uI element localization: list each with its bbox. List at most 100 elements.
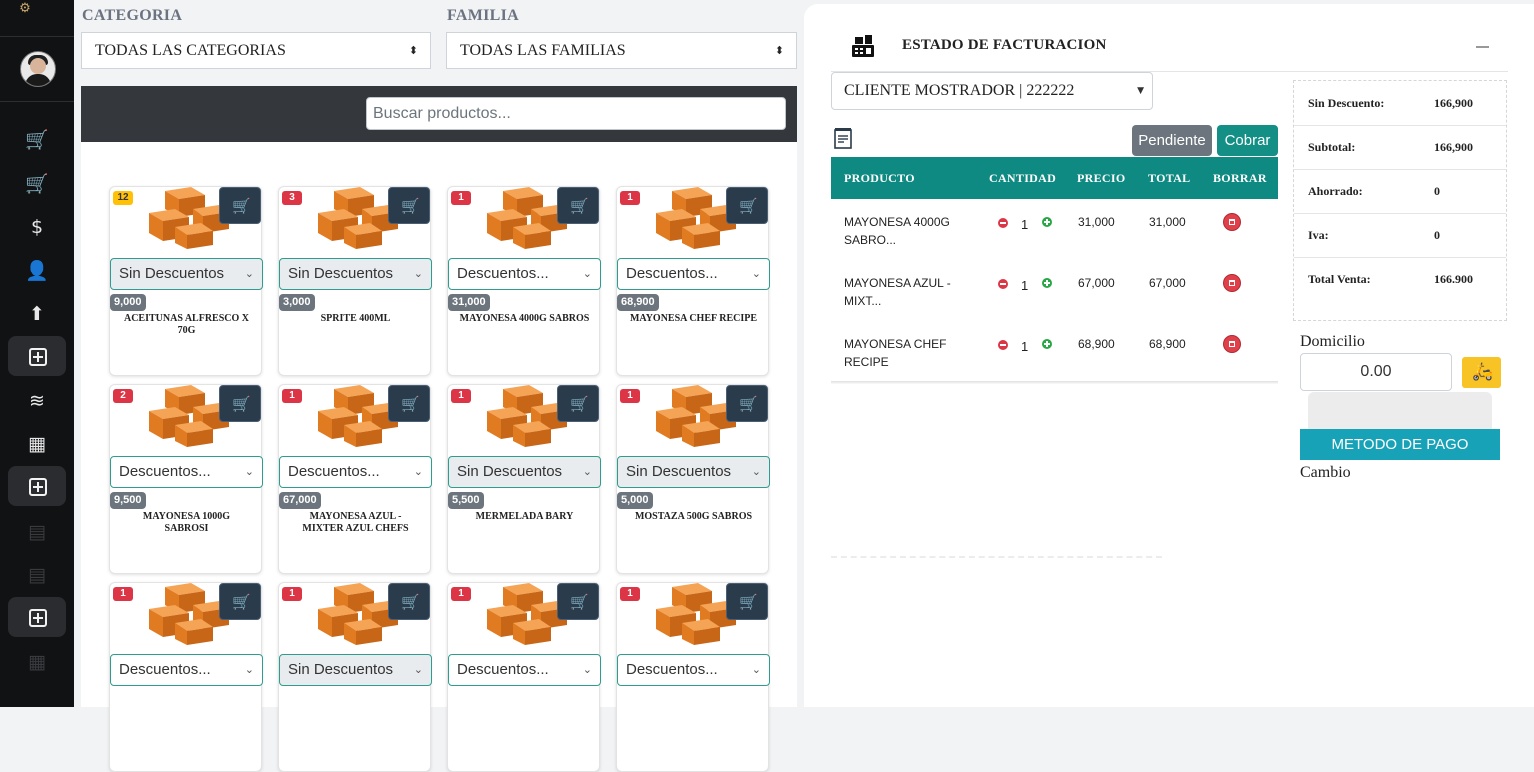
product-card[interactable]: 1 🛒 Descuentos... ⌄ 31,000 MAYONESA 4000…	[447, 186, 601, 376]
sidebar-expand-button[interactable]	[8, 466, 66, 506]
discount-value: Descuentos...	[119, 463, 211, 480]
cart-icon: 🛒	[232, 197, 251, 215]
price: 68,900	[1078, 337, 1115, 351]
price-badge: 9,500	[110, 492, 146, 509]
minus-circle-icon[interactable]	[998, 279, 1008, 289]
add-to-cart-button[interactable]: 🛒	[388, 385, 430, 422]
discount-select[interactable]: Descuentos... ⌄	[279, 456, 432, 488]
sidebar-expand-button[interactable]	[8, 597, 66, 637]
plus-circle-icon[interactable]	[1042, 339, 1052, 349]
billing-title: ESTADO DE FACTURACION	[902, 37, 1107, 53]
avatar[interactable]	[20, 51, 56, 87]
summary-label: Total Venta:	[1308, 272, 1371, 286]
product-name: MAYONESA 1000G SABROSI	[142, 511, 231, 534]
plus-circle-icon[interactable]	[1042, 217, 1052, 227]
add-to-cart-button[interactable]: 🛒	[557, 385, 599, 422]
add-to-cart-button[interactable]: 🛒	[557, 583, 599, 620]
discount-value: Sin Descuentos	[119, 265, 225, 282]
discount-select[interactable]: Descuentos... ⌄	[448, 654, 601, 686]
product-card[interactable]: 1 🛒 Descuentos... ⌄	[447, 582, 601, 772]
charge-button[interactable]: Cobrar	[1217, 125, 1278, 156]
discount-select[interactable]: Descuentos... ⌄	[448, 258, 601, 290]
add-to-cart-button[interactable]: 🛒	[726, 187, 768, 224]
payment-method-button[interactable]: METODO DE PAGO	[1300, 429, 1500, 460]
minus-circle-icon[interactable]	[998, 218, 1008, 228]
summary-row: Total Venta: 166.900	[1294, 257, 1506, 301]
product-name: MAYONESA 4000G SABROS	[459, 313, 590, 324]
discount-select[interactable]: Descuentos... ⌄	[617, 258, 770, 290]
categoria-select[interactable]: TODAS LAS CATEGORIAS ⬍	[81, 32, 431, 69]
pending-button[interactable]: Pendiente	[1132, 125, 1212, 156]
client-value: CLIENTE MOSTRADOR | 222222	[844, 82, 1075, 99]
delete-button[interactable]	[1223, 274, 1241, 292]
stack-icon[interactable]: ≋	[22, 389, 52, 413]
discount-value: Descuentos...	[626, 265, 718, 282]
familia-select[interactable]: TODAS LAS FAMILIAS ⬍	[446, 32, 797, 69]
price: 67,000	[1078, 276, 1115, 290]
cart-icon: 🛒	[232, 395, 251, 413]
price: 31,000	[1078, 215, 1115, 229]
product-card[interactable]: 1 🛒 Sin Descuentos ⌄ 5,000 MOSTAZA 500G …	[616, 384, 770, 574]
summary-box: Sin Descuento: 166,900 Subtotal: 166,900 A…	[1293, 80, 1507, 321]
product-card[interactable]: 3 🛒 Sin Descuentos ⌄ 3,000 SPRITE 400ML	[278, 186, 432, 376]
table-row: MAYONESA AZUL - MIXT... 1 67,000 67,000	[831, 261, 1278, 323]
product-card[interactable]: 12 🛒 Sin Descuentos ⌄ 9,000 ACEITUNAS AL…	[109, 186, 263, 376]
discount-select[interactable]: Sin Descuentos ⌄	[617, 456, 770, 488]
discount-select[interactable]: Descuentos... ⌄	[617, 654, 770, 686]
cart-plus-icon[interactable]: 🛒	[22, 128, 52, 152]
box-upload-icon[interactable]: ⬆	[22, 302, 52, 326]
price-badge: 31,000	[448, 294, 490, 311]
summary-value: 166,900	[1434, 140, 1473, 154]
receipt-icon[interactable]	[833, 127, 853, 149]
grid-icon[interactable]: ▦	[22, 650, 52, 674]
boxes-icon[interactable]: ▦	[22, 432, 52, 456]
add-to-cart-button[interactable]: 🛒	[219, 583, 261, 620]
chevron-down-icon: ⌄	[244, 663, 254, 676]
add-to-cart-button[interactable]: 🛒	[557, 187, 599, 224]
add-to-cart-button[interactable]: 🛒	[388, 583, 430, 620]
discount-select[interactable]: Sin Descuentos ⌄	[279, 654, 432, 686]
chevron-down-icon: ⌄	[413, 663, 423, 676]
add-to-cart-button[interactable]: 🛒	[219, 385, 261, 422]
search-input[interactable]: Buscar productos...	[366, 97, 786, 130]
delete-button[interactable]	[1223, 335, 1241, 353]
stock-badge: 2	[113, 389, 133, 403]
stock-badge: 1	[451, 587, 471, 601]
add-to-cart-button[interactable]: 🛒	[726, 385, 768, 422]
discount-select[interactable]: Descuentos... ⌄	[110, 456, 263, 488]
document-icon[interactable]: ▤	[22, 563, 52, 587]
add-to-cart-button[interactable]: 🛒	[219, 187, 261, 224]
discount-select[interactable]: Sin Descuentos ⌄	[110, 258, 263, 290]
cart-arrow-icon[interactable]: 🛒	[22, 172, 52, 196]
product-card[interactable]: 1 🛒 Descuentos... ⌄	[616, 582, 770, 772]
sidebar-expand-button[interactable]	[8, 336, 66, 376]
product-card[interactable]: 1 🛒 Sin Descuentos ⌄	[278, 582, 432, 772]
discount-select[interactable]: Sin Descuentos ⌄	[279, 258, 432, 290]
boxes-image	[487, 583, 567, 645]
discount-select[interactable]: Sin Descuentos ⌄	[448, 456, 601, 488]
product-name: MAYONESA 4000G	[844, 215, 950, 229]
sidebar-divider	[0, 101, 74, 102]
delete-button[interactable]	[1223, 213, 1241, 231]
hand-money-icon[interactable]: $	[22, 215, 52, 239]
divider	[831, 556, 1162, 558]
client-select[interactable]: CLIENTE MOSTRADOR | 222222 ▼	[831, 72, 1153, 110]
document-icon[interactable]: ▤	[22, 520, 52, 544]
minus-circle-icon[interactable]	[998, 340, 1008, 350]
product-card[interactable]: 1 🛒 Sin Descuentos ⌄ 5,500 MERMELADA BAR…	[447, 384, 601, 574]
add-to-cart-button[interactable]: 🛒	[726, 583, 768, 620]
product-card[interactable]: 1 🛒 Descuentos... ⌄	[109, 582, 263, 772]
plus-circle-icon[interactable]	[1042, 278, 1052, 288]
delivery-button[interactable]: 🛵	[1462, 357, 1501, 388]
product-card[interactable]: 2 🛒 Descuentos... ⌄ 9,500 MAYONESA 1000G…	[109, 384, 263, 574]
product-card[interactable]: 1 🛒 Descuentos... ⌄ 67,000 MAYONESA AZUL…	[278, 384, 432, 574]
add-to-cart-button[interactable]: 🛒	[388, 187, 430, 224]
delivery-input[interactable]: 0.00	[1300, 353, 1452, 391]
boxes-image	[149, 187, 229, 249]
discount-select[interactable]: Descuentos... ⌄	[110, 654, 263, 686]
price-badge: 5,500	[448, 492, 484, 509]
product-card[interactable]: 1 🛒 Descuentos... ⌄ 68,900 MAYONESA CHEF…	[616, 186, 770, 376]
user-star-icon[interactable]: 👤	[22, 259, 52, 283]
collapse-icon[interactable]	[1476, 46, 1489, 48]
total: 31,000	[1149, 215, 1186, 229]
